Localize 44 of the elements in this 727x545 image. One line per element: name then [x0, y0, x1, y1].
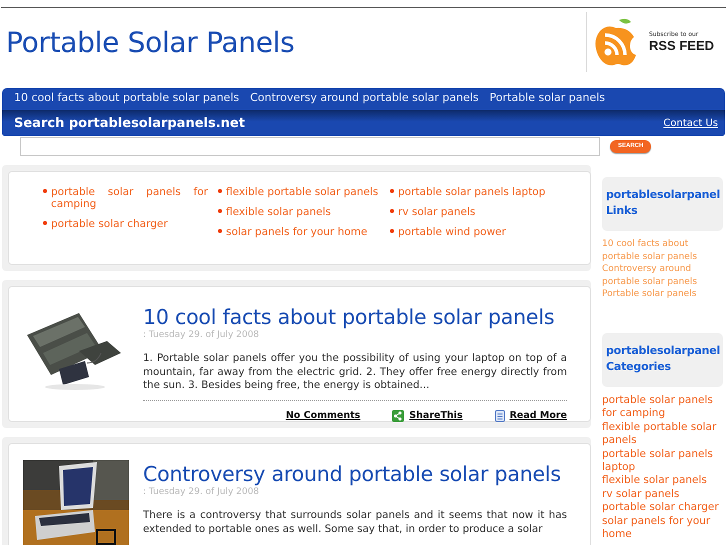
- post-title[interactable]: Controversy around portable solar panels: [143, 462, 567, 486]
- category-link[interactable]: portable solar panels laptop: [398, 186, 546, 198]
- sidebar-link[interactable]: portable solar charger: [602, 501, 723, 515]
- category-link[interactable]: portable solar panels for camping: [51, 186, 208, 210]
- share-link[interactable]: ShareThis: [409, 410, 463, 421]
- bullet-icon: [43, 221, 47, 225]
- sidebar-link[interactable]: Controversy around portable solar panels: [602, 263, 723, 288]
- bullet-icon: [218, 189, 222, 193]
- category-link[interactable]: portable wind power: [398, 226, 506, 238]
- sidebar-link[interactable]: 10 cool facts about portable solar panels: [602, 238, 723, 264]
- category-link[interactable]: flexible portable solar panels: [226, 186, 378, 198]
- read-more-link[interactable]: Read More: [510, 410, 567, 421]
- sidebar-heading: portablesolarpanel Links: [602, 177, 723, 231]
- nav-link[interactable]: Controversy around portable solar panels: [250, 91, 479, 110]
- post-title[interactable]: 10 cool facts about portable solar panels: [143, 305, 567, 329]
- contact-link[interactable]: Contact Us: [663, 118, 718, 128]
- category-link[interactable]: rv solar panels: [398, 206, 476, 218]
- category-link[interactable]: portable solar charger: [51, 218, 168, 230]
- category-link[interactable]: solar panels for your home: [226, 226, 368, 238]
- rss-label: RSS FEED: [649, 38, 714, 53]
- bullet-icon: [218, 209, 222, 213]
- document-icon: [494, 410, 505, 422]
- bullet-icon: [43, 189, 47, 193]
- sidebar-link[interactable]: rv solar panels: [602, 488, 723, 502]
- post-date: : Tuesday 29. of July 2008: [143, 487, 260, 497]
- category-link[interactable]: flexible solar panels: [226, 206, 331, 218]
- post-date: : Tuesday 29. of July 2008: [143, 330, 260, 340]
- bullet-icon: [390, 229, 394, 233]
- nav-link[interactable]: Portable solar panels: [490, 91, 606, 110]
- sidebar-link[interactable]: Portable solar panels: [602, 288, 723, 301]
- comments-link[interactable]: No Comments: [286, 410, 360, 422]
- search-heading: Search portablesolarpanels.net: [14, 116, 245, 130]
- nav-link[interactable]: 10 cool facts about portable solar panels: [14, 91, 240, 110]
- search-field[interactable]: [20, 136, 600, 156]
- post-excerpt: 1. Portable solar panels offer you the possibility of using your laptop on top of a mountain, far away from the electric grid. 2. They offer free energy directly from the sun. 3. Besides being free, the energy is obtained...: [143, 352, 567, 392]
- post-excerpt: There is a controversy that surrounds solar panels and it seems that now it has extended to portable ones as well. Some say that, in order to produce a solar: [143, 509, 567, 536]
- sidebar-heading: portablesolarpanel Categories: [602, 332, 723, 387]
- bullet-icon: [390, 209, 394, 213]
- rss-icon: [593, 16, 639, 68]
- bullet-icon: [218, 229, 222, 233]
- bullet-icon: [390, 189, 394, 193]
- sidebar-link[interactable]: solar panels for your home: [602, 514, 723, 542]
- sidebar-link[interactable]: flexible solar panels: [602, 474, 723, 488]
- site-title[interactable]: Portable Solar Panels: [6, 26, 294, 59]
